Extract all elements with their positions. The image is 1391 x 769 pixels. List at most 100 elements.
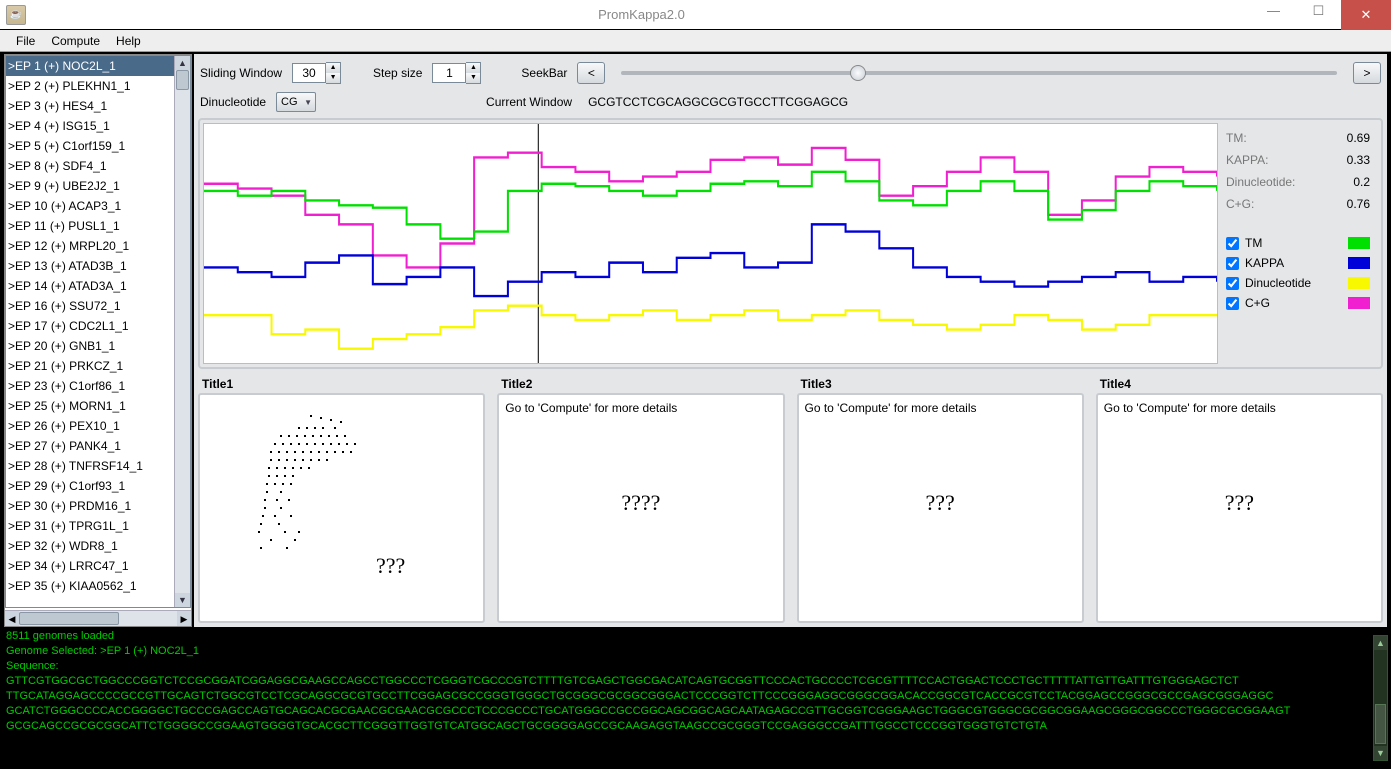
hscroll-right-icon[interactable]: ▶ — [177, 611, 191, 626]
list-item[interactable]: >EP 21 (+) PRKCZ_1 — [6, 356, 190, 376]
main-chart — [203, 123, 1218, 364]
legend-dinuc-swatch — [1348, 277, 1370, 289]
list-item[interactable]: >EP 9 (+) UBE2J2_1 — [6, 176, 190, 196]
list-item[interactable]: >EP 31 (+) TPRG1L_1 — [6, 516, 190, 536]
list-item[interactable]: >EP 14 (+) ATAD3A_1 — [6, 276, 190, 296]
panel1-body: ??? — [198, 393, 485, 623]
list-item[interactable]: >EP 20 (+) GNB1_1 — [6, 336, 190, 356]
list-item[interactable]: >EP 10 (+) ACAP3_1 — [6, 196, 190, 216]
panel2-qmark: ???? — [499, 490, 782, 516]
panel1-title: Title1 — [198, 375, 485, 393]
step-up-icon[interactable]: ▲ — [466, 63, 480, 73]
list-item[interactable]: >EP 12 (+) MRPL20_1 — [6, 236, 190, 256]
panel1-qmark: ??? — [376, 553, 405, 579]
step-size-input[interactable] — [432, 63, 466, 83]
sw-down-icon[interactable]: ▼ — [326, 73, 340, 83]
legend-cg-checkbox[interactable] — [1226, 297, 1239, 310]
list-hscrollbar[interactable]: ◀ ▶ — [5, 610, 191, 626]
console-output: 8511 genomes loaded Genome Selected: >EP… — [0, 629, 1391, 767]
list-item[interactable]: >EP 23 (+) C1orf86_1 — [6, 376, 190, 396]
panel4-msg: Go to 'Compute' for more details — [1104, 401, 1375, 415]
list-item[interactable]: >EP 4 (+) ISG15_1 — [6, 116, 190, 136]
list-item[interactable]: >EP 28 (+) TNFRSF14_1 — [6, 456, 190, 476]
list-item[interactable]: >EP 26 (+) PEX10_1 — [6, 416, 190, 436]
seek-prev-button[interactable]: < — [577, 62, 605, 84]
list-item[interactable]: >EP 32 (+) WDR8_1 — [6, 536, 190, 556]
console-line: Sequence: — [6, 659, 1385, 674]
close-button[interactable]: ✕ — [1341, 0, 1391, 30]
legend-kappa-checkbox[interactable] — [1226, 257, 1239, 270]
list-item[interactable]: >EP 29 (+) C1orf93_1 — [6, 476, 190, 496]
list-item[interactable]: >EP 8 (+) SDF4_1 — [6, 156, 190, 176]
tm-metric-value: 0.69 — [1347, 131, 1370, 145]
seek-slider[interactable] — [621, 71, 1337, 75]
cg-metric-value: 0.76 — [1347, 197, 1370, 211]
panel2-msg: Go to 'Compute' for more details — [505, 401, 776, 415]
dinuc-combo-value: CG — [281, 96, 298, 108]
minimize-button[interactable]: — — [1251, 0, 1296, 22]
seekbar-label: SeekBar — [521, 66, 567, 80]
list-item[interactable]: >EP 1 (+) NOC2L_1 — [6, 56, 190, 76]
genome-listbox[interactable]: >EP 1 (+) NOC2L_1>EP 2 (+) PLEKHN1_1>EP … — [5, 55, 191, 608]
sliding-window-input[interactable] — [292, 63, 326, 83]
legend-tm-label: TM — [1245, 236, 1262, 250]
hscroll-thumb[interactable] — [19, 612, 119, 625]
list-item[interactable]: >EP 35 (+) KIAA0562_1 — [6, 576, 190, 596]
scroll-down-icon[interactable]: ▼ — [175, 593, 190, 607]
list-item[interactable]: >EP 11 (+) PUSL1_1 — [6, 216, 190, 236]
step-size-label: Step size — [373, 66, 422, 80]
step-down-icon[interactable]: ▼ — [466, 73, 480, 83]
list-item[interactable]: >EP 30 (+) PRDM16_1 — [6, 496, 190, 516]
list-item[interactable]: >EP 2 (+) PLEKHN1_1 — [6, 76, 190, 96]
list-item[interactable]: >EP 27 (+) PANK4_1 — [6, 436, 190, 456]
console-line: GCGCAGCCGCGCGGCATTCTGGGGCCGGAAGTGGGGTGCA… — [6, 719, 1385, 734]
panel2-body: Go to 'Compute' for more details ???? — [497, 393, 784, 623]
list-item[interactable]: >EP 13 (+) ATAD3B_1 — [6, 256, 190, 276]
console-line: 8511 genomes loaded — [6, 629, 1385, 644]
panel3-title: Title3 — [797, 375, 1084, 393]
menu-file[interactable]: File — [12, 32, 39, 50]
panel4-body: Go to 'Compute' for more details ??? — [1096, 393, 1383, 623]
console-scroll-down-icon[interactable]: ▼ — [1374, 746, 1387, 760]
list-item[interactable]: >EP 17 (+) CDC2L1_1 — [6, 316, 190, 336]
console-line: TTGCATAGGAGCCCCGCCGTTGCAGTCTGGCGTCCTCGCA… — [6, 689, 1385, 704]
scroll-up-icon[interactable]: ▲ — [175, 56, 190, 70]
sliding-window-label: Sliding Window — [200, 66, 282, 80]
kappa-metric-value: 0.33 — [1347, 153, 1370, 167]
list-item[interactable]: >EP 3 (+) HES4_1 — [6, 96, 190, 116]
console-scroll-up-icon[interactable]: ▲ — [1374, 636, 1387, 650]
hscroll-left-icon[interactable]: ◀ — [5, 611, 19, 626]
list-item[interactable]: >EP 5 (+) C1orf159_1 — [6, 136, 190, 156]
legend-tm-swatch — [1348, 237, 1370, 249]
panel3-msg: Go to 'Compute' for more details — [805, 401, 1076, 415]
kappa-metric-label: KAPPA: — [1226, 153, 1268, 167]
window-title: PromKappa2.0 — [32, 7, 1251, 22]
legend-cg-label: C+G — [1245, 296, 1270, 310]
legend-kappa-swatch — [1348, 257, 1370, 269]
panel3-body: Go to 'Compute' for more details ??? — [797, 393, 1084, 623]
console-line: GTTCGTGGCGCTGGCCCGGTCTCCGCGGATCGGAGGCGAA… — [6, 674, 1385, 689]
legend-tm-checkbox[interactable] — [1226, 237, 1239, 250]
console-scroll-thumb[interactable] — [1375, 704, 1386, 744]
sw-up-icon[interactable]: ▲ — [326, 63, 340, 73]
legend-dinuc-checkbox[interactable] — [1226, 277, 1239, 290]
scroll-thumb[interactable] — [176, 70, 189, 90]
list-item[interactable]: >EP 16 (+) SSU72_1 — [6, 296, 190, 316]
current-window-value: GCGTCCTCGCAGGCGCGTGCCTTCGGAGCG — [588, 95, 848, 109]
menu-compute[interactable]: Compute — [47, 32, 104, 50]
panel4-qmark: ??? — [1098, 490, 1381, 516]
list-item[interactable]: >EP 34 (+) LRRC47_1 — [6, 556, 190, 576]
console-line: GCATCTGGGCCCCACCGGGGCTGCCCGAGCCAGTGCAGCA… — [6, 704, 1385, 719]
dinucleotide-combo[interactable]: CG — [276, 92, 316, 112]
list-item[interactable]: >EP 25 (+) MORN1_1 — [6, 396, 190, 416]
java-app-icon: ☕ — [6, 5, 26, 25]
seek-thumb[interactable] — [850, 65, 866, 81]
legend-kappa-label: KAPPA — [1245, 256, 1284, 270]
current-window-label: Current Window — [486, 95, 572, 109]
maximize-button[interactable]: ☐ — [1296, 0, 1341, 22]
list-vscrollbar[interactable]: ▲ ▼ — [174, 56, 190, 607]
seek-next-button[interactable]: > — [1353, 62, 1381, 84]
menu-help[interactable]: Help — [112, 32, 145, 50]
console-scrollbar[interactable]: ▲ ▼ — [1373, 635, 1388, 761]
dinuc-metric-value: 0.2 — [1353, 175, 1370, 189]
